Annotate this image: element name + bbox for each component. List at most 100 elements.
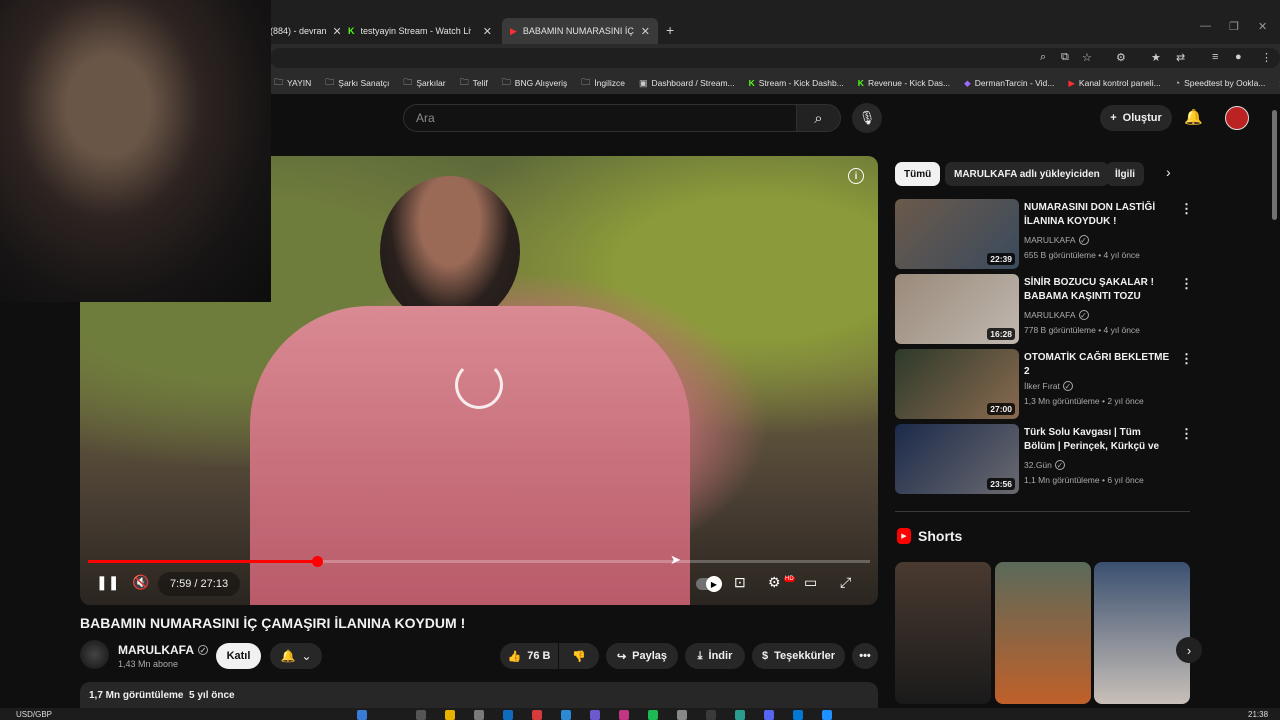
recommended-video[interactable]: 27:00 OTOMATİK CAĞRI BEKLETME 2 İlker Fıra… — [895, 349, 1195, 419]
taskbar-app-icon[interactable] — [561, 710, 571, 720]
recommended-title[interactable]: SİNİR BOZUCU ŞAKALAR ! BABAMA KAŞINTI TO… — [1024, 276, 1174, 304]
bookmark-item[interactable]: ◆ DermanTarcin - Vid... — [964, 78, 1054, 89]
taskbar-app-icon[interactable] — [357, 710, 367, 720]
tab-search-icon[interactable]: ≡ — [1212, 51, 1218, 63]
more-options-icon[interactable]: ⋮ — [1180, 351, 1193, 367]
taskbar-app-icon[interactable] — [822, 710, 832, 720]
taskbar-app-icon[interactable] — [619, 710, 629, 720]
cast-icon[interactable]: ⧉ — [1061, 51, 1069, 64]
short-thumbnail[interactable] — [995, 562, 1091, 704]
short-thumbnail[interactable] — [1094, 562, 1190, 704]
chevron-right-icon[interactable]: › — [1166, 164, 1171, 180]
create-button[interactable]: + Oluştur — [1100, 105, 1172, 131]
browser-tab-active[interactable]: ▶ BABAMIN NUMARASINI İÇ ÇAM ✕ — [502, 18, 658, 44]
bookmark-item[interactable]: 🗀 İngilizce — [581, 75, 625, 91]
account-avatar[interactable] — [1225, 106, 1249, 130]
taskbar-app-icon[interactable] — [793, 710, 803, 720]
taskbar-app-icon[interactable] — [503, 710, 513, 720]
more-actions-button[interactable]: ••• — [852, 643, 878, 669]
channel-avatar[interactable] — [80, 640, 109, 669]
close-tab-icon[interactable]: ✕ — [333, 25, 340, 38]
bookmark-item[interactable]: ▶ Kanal kontrol paneli... — [1068, 78, 1160, 89]
pause-icon[interactable]: ❚❚ — [96, 574, 119, 591]
progress-bar[interactable] — [88, 556, 870, 567]
page-scrollbar[interactable] — [1272, 110, 1277, 220]
shorts-next-button[interactable]: › — [1176, 637, 1202, 663]
search-input[interactable]: Ara — [403, 104, 796, 132]
settings-icon[interactable]: ⚙ — [768, 574, 781, 591]
fullscreen-icon[interactable]: ⤢ — [840, 574, 851, 591]
taskbar-app-icon[interactable] — [590, 710, 600, 720]
info-icon[interactable]: i — [848, 168, 864, 184]
more-options-icon[interactable]: ⋮ — [1180, 426, 1193, 442]
zoom-icon[interactable]: ⌕ — [1040, 51, 1046, 64]
taskbar-app-icon[interactable] — [735, 710, 745, 720]
video-thumbnail[interactable]: 27:00 — [895, 349, 1019, 419]
recommended-title[interactable]: NUMARASINI DON LASTİĞİ İLANINA KOYDUK ! — [1024, 201, 1174, 229]
voice-search-button[interactable]: 🎙 — [852, 103, 882, 133]
taskbar-app-icon[interactable] — [648, 710, 658, 720]
address-bar[interactable] — [270, 48, 1280, 68]
chip-from-uploader[interactable]: MARULKAFA adlı yükleyiciden — [945, 162, 1109, 186]
translate-icon[interactable]: ⇄ — [1176, 51, 1185, 64]
browser-tab[interactable]: K testyayin Stream - Watch Live o ✕ — [340, 18, 500, 44]
recommended-video[interactable]: 23:56 Türk Solu Kavgası | Tüm Bölüm | Per… — [895, 424, 1195, 494]
bookmark-item[interactable]: ▣ Dashboard / Stream... — [639, 78, 735, 89]
dislike-button[interactable]: 👎 — [559, 643, 599, 669]
recommended-video[interactable]: 16:28 SİNİR BOZUCU ŞAKALAR ! BABAMA KAŞIN… — [895, 274, 1195, 344]
taskbar-app-icon[interactable] — [764, 710, 774, 720]
bookmark-item[interactable]: K Revenue - Kick Das... — [858, 78, 950, 88]
bookmark-item[interactable]: 🗀 Şarkılar — [403, 75, 445, 91]
new-tab-button[interactable]: + — [666, 22, 674, 38]
recommended-channel[interactable]: MARULKAFA ✓ — [1024, 235, 1089, 245]
browser-tab[interactable]: (884) - devran ✕ — [262, 18, 340, 44]
taskbar-app-icon[interactable] — [445, 710, 455, 720]
recommended-video[interactable]: 22:39 NUMARASINI DON LASTİĞİ İLANINA KOYD… — [895, 199, 1195, 269]
bookmark-item[interactable]: 🗀 Şarkı Sanatçı — [325, 75, 389, 91]
short-thumbnail[interactable] — [895, 562, 991, 704]
bookmark-item[interactable]: 🗀 YAYIN — [274, 75, 311, 91]
taskbar-app-icon[interactable] — [416, 710, 426, 720]
taskbar-app-icon[interactable] — [677, 710, 687, 720]
notifications-icon[interactable]: 🔔 — [1184, 108, 1203, 126]
profile-icon[interactable]: ● — [1235, 51, 1242, 63]
join-button[interactable]: Katıl — [216, 643, 261, 669]
taskbar-app-icon[interactable] — [474, 710, 484, 720]
recommended-title[interactable]: Türk Solu Kavgası | Tüm Bölüm | Perinçek… — [1024, 426, 1174, 454]
video-thumbnail[interactable]: 16:28 — [895, 274, 1019, 344]
taskbar-app-icon[interactable] — [706, 710, 716, 720]
download-button[interactable]: ⤓ İndir — [685, 643, 745, 669]
menu-dots-icon[interactable]: ⋮ — [1261, 51, 1272, 64]
bookmark-star-icon[interactable]: ★ — [1151, 51, 1161, 64]
ticker-widget[interactable]: USD/GBP — [16, 710, 52, 719]
taskbar-app-icon[interactable] — [532, 710, 542, 720]
bookmark-item[interactable]: 🗀 Telif — [460, 75, 488, 91]
chip-all[interactable]: Tümü — [895, 162, 941, 186]
bookmark-item[interactable]: K Stream - Kick Dashb... — [749, 78, 844, 88]
theater-mode-icon[interactable]: ▭ — [804, 574, 817, 591]
minimize-icon[interactable]: — — [1200, 20, 1211, 32]
recommended-title[interactable]: OTOMATİK CAĞRI BEKLETME 2 — [1024, 351, 1174, 379]
star-icon[interactable]: ☆ — [1082, 51, 1092, 64]
share-button[interactable]: ↪ Paylaş — [606, 643, 678, 669]
more-options-icon[interactable]: ⋮ — [1180, 276, 1193, 292]
recommended-channel[interactable]: MARULKAFA ✓ — [1024, 310, 1089, 320]
video-thumbnail[interactable]: 22:39 — [895, 199, 1019, 269]
close-window-icon[interactable]: ✕ — [1258, 20, 1267, 33]
recommended-channel[interactable]: 32.Gün ✓ — [1024, 460, 1065, 470]
bookmark-item[interactable]: 🗀 BNG Alışveriş — [502, 75, 567, 91]
restore-icon[interactable]: ❐ — [1229, 20, 1239, 33]
subscription-notifications-button[interactable]: 🔔 ⌄ — [270, 643, 322, 669]
more-options-icon[interactable]: ⋮ — [1180, 201, 1193, 217]
thanks-button[interactable]: $ Teşekkürler — [752, 643, 845, 669]
mute-icon[interactable]: 🔇 — [132, 574, 149, 591]
autoplay-toggle[interactable]: ▶ — [696, 576, 722, 592]
extensions-icon[interactable]: ⚙ — [1116, 51, 1126, 64]
like-button[interactable]: 👍 76 B — [500, 643, 558, 669]
close-tab-icon[interactable]: ✕ — [483, 25, 492, 38]
subtitles-icon[interactable]: ⊡ — [734, 574, 746, 591]
close-tab-icon[interactable]: ✕ — [641, 25, 650, 38]
recommended-channel[interactable]: İlker Fırat ✓ — [1024, 381, 1073, 391]
bookmark-item[interactable]: ◔ Speedtest by Ookla... — [1175, 78, 1266, 88]
search-button[interactable]: ⌕ — [796, 104, 841, 132]
